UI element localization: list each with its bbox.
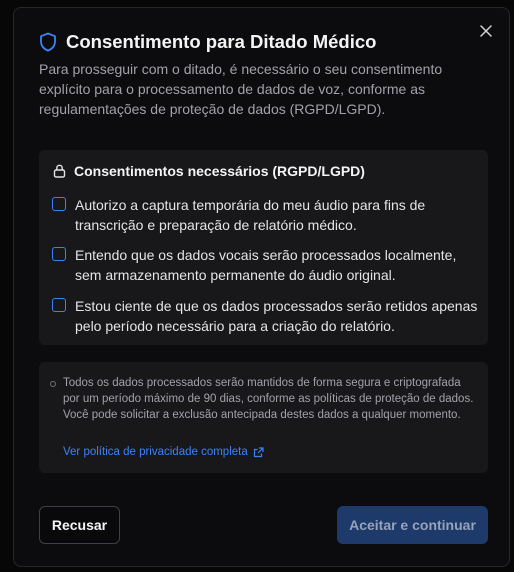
dialog-title: Consentimento para Ditado Médico (66, 31, 377, 52)
consent-label: Entendo que os dados vocais serão proces… (75, 247, 457, 283)
shield-icon (40, 32, 56, 52)
consent-section: Consentimentos necessários (RGPD/LGPD) A… (39, 150, 488, 345)
info-section: Todos os dados processados serão mantido… (39, 362, 488, 473)
consent-item-data-retention[interactable]: Estou ciente de que os dados processados… (52, 296, 482, 336)
bullet-icon (50, 381, 56, 387)
info-text: Todos os dados processados serão mantido… (63, 377, 474, 421)
close-button[interactable] (477, 22, 495, 40)
external-link-icon (253, 446, 264, 457)
consent-item-local-processing[interactable]: Entendo que os dados vocais serão proces… (52, 245, 482, 285)
consent-header: Consentimentos necessários (RGPD/LGPD) (53, 163, 365, 179)
accept-button[interactable]: Aceitar e continuar (337, 506, 488, 544)
consent-checkbox[interactable] (52, 247, 66, 261)
consent-label: Autorizo a captura temporária do meu áud… (75, 197, 426, 233)
consent-dialog: Consentimento para Ditado Médico Para pr… (13, 7, 510, 567)
dialog-header: Consentimento para Ditado Médico (39, 31, 376, 53)
close-icon (480, 25, 492, 37)
lock-icon (53, 164, 66, 178)
consent-heading: Consentimentos necessários (RGPD/LGPD) (74, 163, 365, 179)
consent-checkbox[interactable] (52, 197, 66, 211)
consent-label: Estou ciente de que os dados processados… (75, 298, 478, 334)
dialog-description: Para prosseguir com o ditado, é necessár… (39, 61, 443, 117)
privacy-policy-link-label: Ver política de privacidade completa (63, 446, 248, 458)
consent-checkbox[interactable] (52, 298, 66, 312)
consent-item-audio-capture[interactable]: Autorizo a captura temporária do meu áud… (52, 195, 482, 235)
privacy-policy-link[interactable]: Ver política de privacidade completa (63, 446, 264, 458)
decline-button[interactable]: Recusar (39, 506, 120, 544)
